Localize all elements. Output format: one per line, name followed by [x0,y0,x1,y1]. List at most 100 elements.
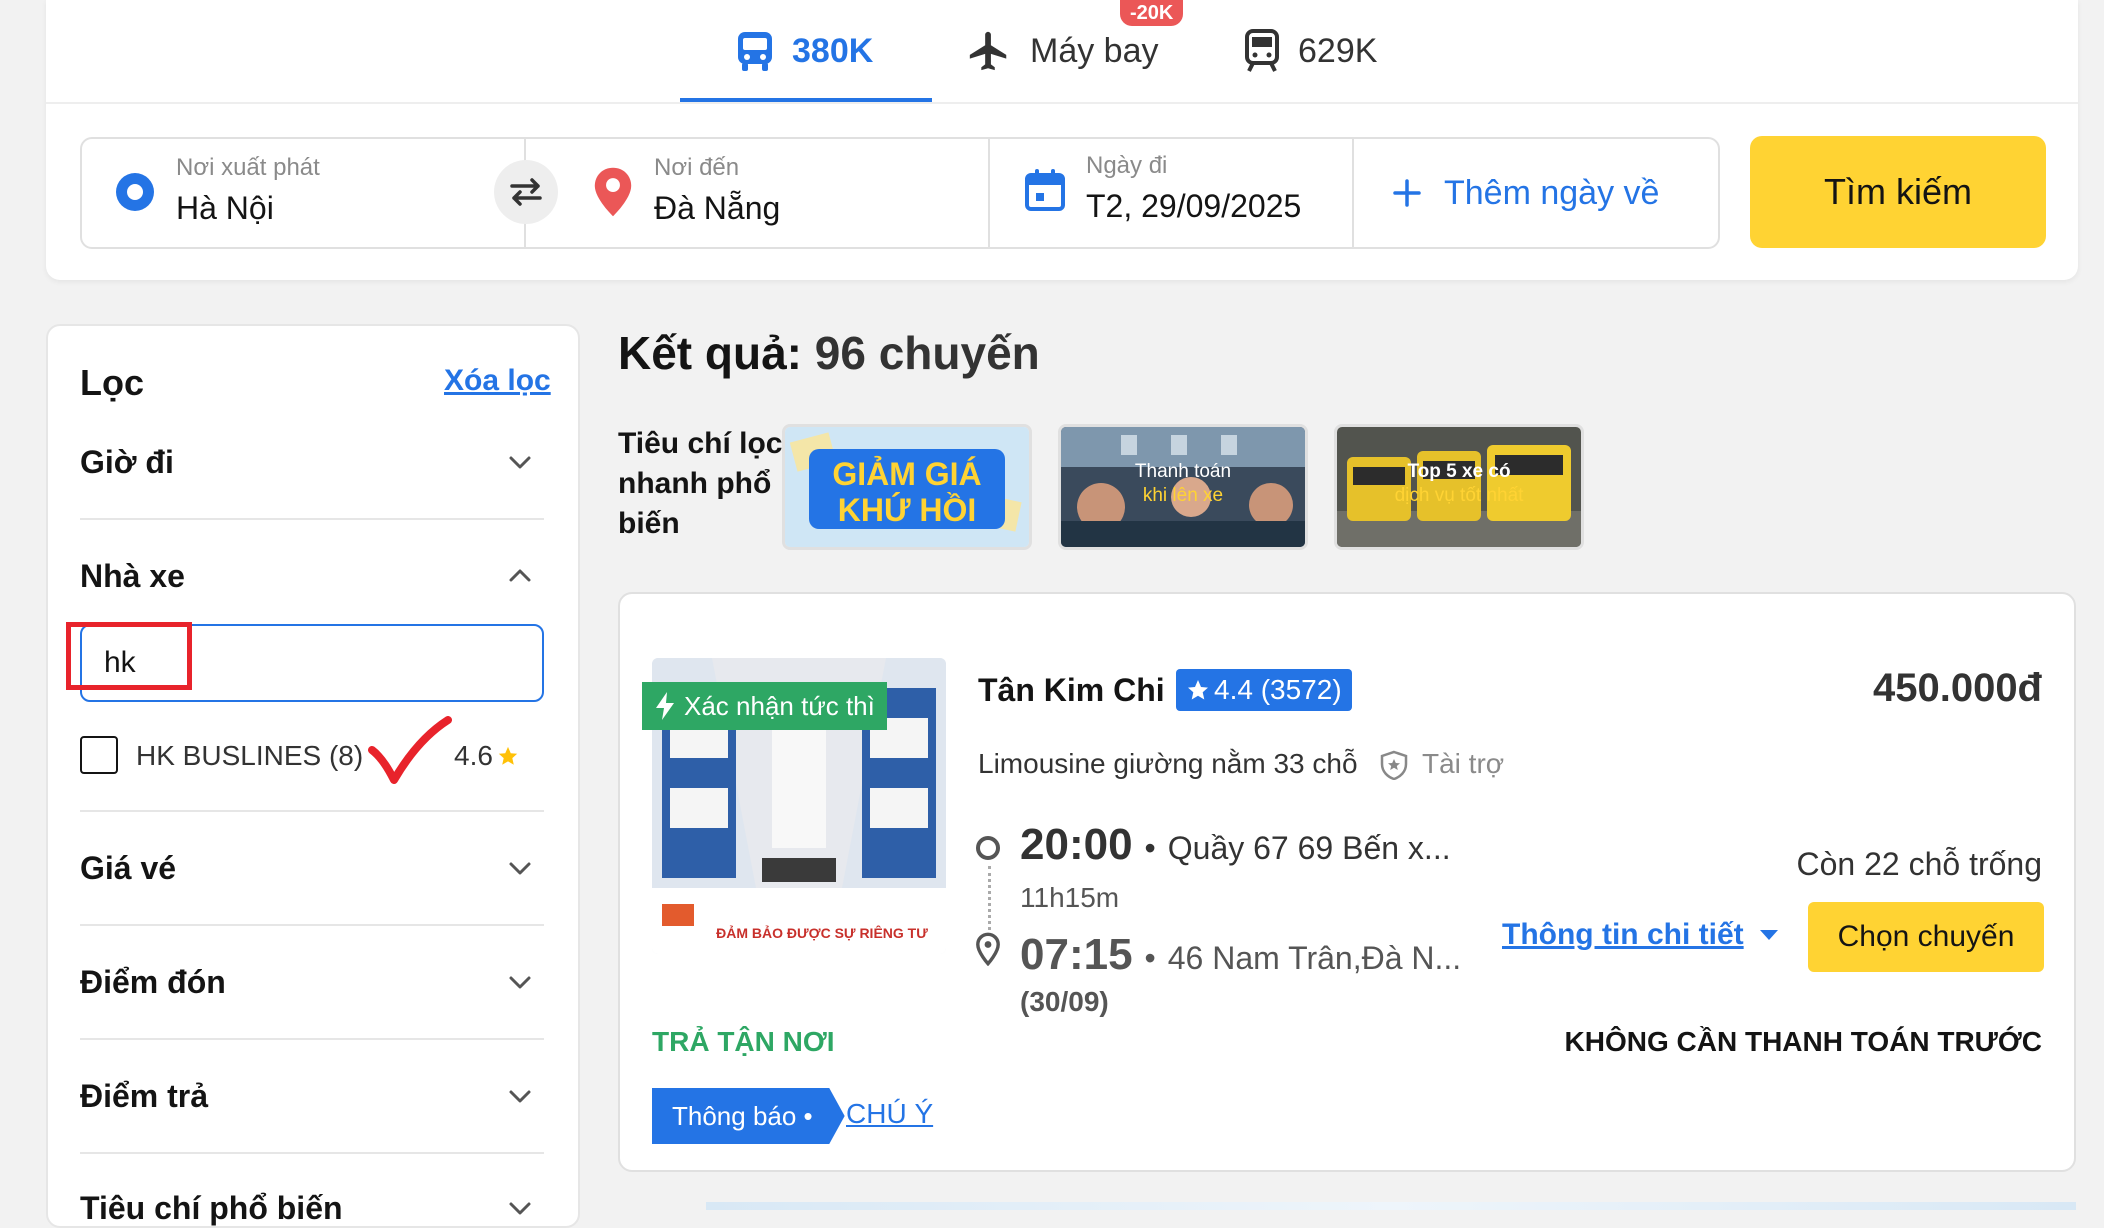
airplane-icon [969,31,1007,71]
operator-option-label[interactable]: HK BUSLINES (8) [136,740,363,772]
highlight-annotation-box [66,622,192,690]
departure-time: 20:00 [1020,820,1133,869]
date-field[interactable]: Ngày đi T2, 29/09/2025 [1086,152,1356,232]
quick-filter-line1: Top 5 xe có [1407,461,1510,482]
round-trip-discount-banner: GIẢM GIÁ KHỨ HỒI [785,427,1029,547]
quick-filter-line2: KHỨ HỒI [838,492,977,528]
calendar-icon [1025,169,1065,211]
filter-price[interactable]: Giá vé [80,850,176,887]
plus-icon [1393,179,1421,207]
operator-rating-badge: 4.4 (3572) [1176,669,1352,711]
bus-icon [738,32,772,71]
destination-value: Đà Nẵng [654,190,781,226]
arrival-date: (30/09) [1020,986,1109,1017]
choose-trip-button[interactable]: Chọn chuyến [1808,902,2044,972]
origin-field[interactable]: Nơi xuất phát Hà Nội [176,154,476,234]
bus-image-caption: ĐẢM BẢO ĐƯỢC SỰ RIÊNG TƯ [716,924,928,941]
origin-circle-icon [976,836,1000,860]
notice-tag: Thông báo • [652,1088,845,1144]
filter-popular[interactable]: Tiêu chí phổ biến [80,1190,343,1227]
destination-pin-icon [594,167,632,217]
swap-icon [510,178,542,206]
operator-name[interactable]: Tân Kim Chi [978,672,1165,709]
filter-title: Lọc [80,362,145,403]
destination-field[interactable]: Nơi đến Đà Nẵng [654,154,974,234]
lightning-icon [656,692,674,720]
chevron-down-icon[interactable] [506,1082,534,1110]
seats-left: Còn 22 chỗ trống [1796,846,2043,882]
departure-place: Quầy 67 69 Bến x... [1167,830,1451,866]
filter-divider [80,924,544,926]
origin-dot-icon [116,173,154,211]
notice-link[interactable]: CHÚ Ý [846,1098,933,1130]
search-button[interactable]: Tìm kiếm [1750,136,2046,248]
caret-down-icon [1759,930,1778,940]
arrival-time: 07:15 [1020,930,1133,979]
train-icon [1245,29,1279,72]
quick-filter-line2: khi lên xe [1143,485,1223,506]
field-divider [988,139,990,247]
quick-filter-line1: GIẢM GIÁ [832,456,981,492]
flight-discount-badge: -20K [1120,0,1184,26]
add-return-date-button[interactable]: Thêm ngày về [1392,168,1659,218]
filter-divider [80,518,544,520]
tab-bus[interactable]: 380K [736,20,873,82]
field-divider [1352,139,1354,247]
chevron-down-icon[interactable] [506,448,534,476]
trip-details-link[interactable]: Thông tin chi tiết [1502,918,1780,952]
chevron-down-icon[interactable] [506,968,534,996]
destination-pin-icon [976,932,1000,966]
filter-departure-time[interactable]: Giờ đi [80,444,174,481]
tabs-divider [46,102,2078,104]
star-icon [498,746,518,765]
swap-locations-button[interactable] [494,160,558,224]
trip-price: 450.000đ [1872,666,2042,710]
filter-divider [80,810,544,812]
results-title-prefix: Kết quả: [618,327,802,379]
chevron-down-icon[interactable] [506,1194,534,1222]
chevron-down-icon[interactable] [506,854,534,882]
filter-operator[interactable]: Nhà xe [80,558,185,595]
tab-bus-label: 380K [792,31,874,70]
route-line [988,866,991,930]
destination-label: Nơi đến [654,154,740,181]
operator-rating-text: 4.4 (3572) [1214,674,1342,705]
tab-train[interactable]: 629K [1244,20,1377,82]
chevron-up-icon[interactable] [506,562,534,590]
origin-label: Nơi xuất phát [176,154,320,181]
tab-train-label: 629K [1298,31,1378,70]
operator-rating-value: 4.6 [454,740,493,771]
arrival-row: 07:15 • 46 Nam Trân,Đà N... [1020,930,1462,979]
date-label: Ngày đi [1086,152,1168,179]
quick-filter-line2: dịch vụ tốt nhất [1395,485,1525,506]
shield-icon [1380,750,1408,780]
checkmark-annotation-icon [368,716,452,784]
results-count: 96 chuyến [814,327,1040,379]
arrival-place: 46 Nam Trân,Đà N... [1167,940,1462,976]
quick-filter-label: Tiêu chí lọc nhanh phổ biến [618,427,783,540]
filter-pickup[interactable]: Điểm đón [80,964,226,1001]
date-value: T2, 29/09/2025 [1086,188,1302,224]
top-service-banner: Top 5 xe có dịch vụ tốt nhất [1337,427,1581,547]
pay-on-board-banner: Thanh toán khi lên xe [1061,427,1305,547]
operator-rating: 4.6 [454,740,519,772]
active-tab-indicator [680,98,932,102]
results-title: Kết quả: 96 chuyến [618,326,1040,380]
quick-filter-pay-on-board[interactable]: Thanh toán khi lên xe [1058,424,1308,550]
clear-filters-link[interactable]: Xóa lọc [444,364,551,398]
instant-confirm-badge: Xác nhận tức thì [642,682,887,730]
door-dropoff-label: TRẢ TẬN NƠI [652,1026,835,1057]
trip-details-label: Thông tin chi tiết [1502,918,1744,951]
quick-filter-round-trip[interactable]: GIẢM GIÁ KHỨ HỒI [782,424,1032,550]
add-return-label: Thêm ngày về [1444,173,1660,212]
tab-flight-label: Máy bay [1030,31,1159,70]
sponsored-label: Tài trợ [1422,748,1505,779]
filter-dropoff[interactable]: Điểm trả [80,1078,208,1115]
star-icon [1188,680,1208,700]
trip-duration: 11h15m [1020,882,1120,913]
operator-checkbox[interactable] [80,736,118,774]
bus-type: Limousine giường nằm 33 chỗ [978,748,1358,779]
tab-flight[interactable]: Máy bay [966,20,1159,82]
quick-filter-top-service[interactable]: Top 5 xe có dịch vụ tốt nhất [1334,424,1584,550]
no-prepay-label: KHÔNG CẦN THANH TOÁN TRƯỚC [1564,1026,2042,1057]
